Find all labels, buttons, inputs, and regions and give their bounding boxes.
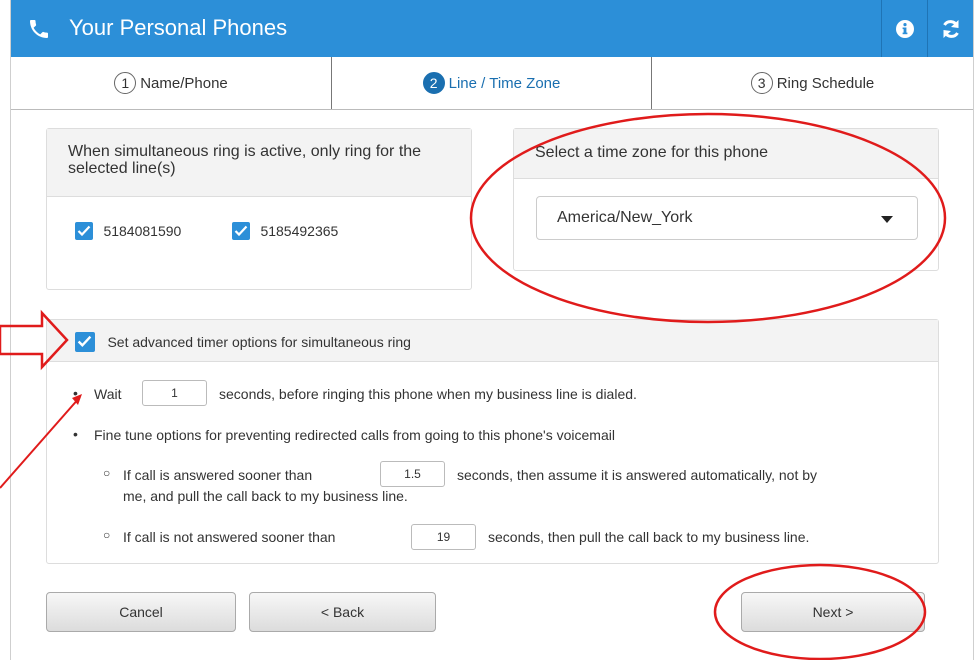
bullet: • bbox=[73, 385, 78, 401]
refresh-button[interactable] bbox=[927, 0, 974, 57]
step-number: 2 bbox=[422, 72, 445, 94]
checkbox-checked[interactable] bbox=[75, 332, 95, 352]
phone-icon bbox=[30, 20, 48, 38]
info-icon bbox=[896, 19, 914, 38]
timezone-panel: Select a time zone for this phone Americ… bbox=[513, 128, 939, 271]
circle-bullet: ○ bbox=[103, 528, 111, 542]
dialog-title: Your Personal Phones bbox=[69, 15, 288, 40]
answered-prefix: If call is answered sooner than bbox=[123, 467, 313, 483]
line-checkbox-1[interactable]: 5184081590 bbox=[75, 222, 181, 240]
back-button[interactable]: < Back bbox=[249, 592, 436, 632]
step-label: Name/Phone bbox=[140, 74, 228, 92]
wait-suffix: seconds, before ringing this phone when … bbox=[219, 386, 637, 402]
timezone-select[interactable]: America/New_York bbox=[536, 196, 918, 240]
step-label: Ring Schedule bbox=[776, 74, 875, 92]
dialog-header: Your Personal Phones bbox=[11, 0, 973, 57]
step-name-phone[interactable]: 1 Name/Phone bbox=[11, 57, 331, 109]
lines-panel-title: When simultaneous ring is active, only r… bbox=[47, 129, 471, 197]
fine-tune-text: Fine tune options for preventing redirec… bbox=[94, 427, 615, 443]
caret-down-icon bbox=[881, 216, 893, 223]
not-answered-seconds-input[interactable]: 19 bbox=[411, 524, 476, 550]
checkbox-checked[interactable] bbox=[232, 222, 250, 240]
timezone-select-value: America/New_York bbox=[557, 209, 693, 226]
next-button[interactable]: Next > bbox=[741, 592, 925, 632]
line-number: 5184081590 bbox=[103, 223, 182, 239]
wizard-steps: 1 Name/Phone 2 Line / Time Zone 3 Ring S… bbox=[11, 57, 973, 110]
step-line-time-zone[interactable]: 2 Line / Time Zone bbox=[332, 57, 651, 109]
wait-prefix: Wait bbox=[94, 386, 122, 402]
refresh-icon bbox=[943, 19, 959, 38]
checkbox-checked[interactable] bbox=[75, 222, 93, 240]
timezone-panel-title: Select a time zone for this phone bbox=[514, 129, 938, 179]
answered-suffix-line-2: me, and pull the call back to my busines… bbox=[123, 488, 408, 504]
advanced-options-header: Set advanced timer options for simultane… bbox=[47, 320, 938, 362]
answered-suffix-line-1: seconds, then assume it is answered auto… bbox=[457, 467, 818, 483]
advanced-timer-label: Set advanced timer options for simultane… bbox=[107, 334, 411, 350]
answered-seconds-input[interactable]: 1.5 bbox=[380, 461, 445, 487]
info-button[interactable] bbox=[881, 0, 928, 57]
step-label: Line / Time Zone bbox=[448, 74, 561, 92]
step-number: 1 bbox=[114, 72, 137, 94]
wizard-dialog: Your Personal Phones 1 Name/Phone 2 Line… bbox=[10, 0, 974, 660]
not-answered-prefix: If call is not answered sooner than bbox=[123, 529, 336, 545]
line-checkbox-2[interactable]: 5185492365 bbox=[232, 222, 338, 240]
wait-seconds-input[interactable]: 1 bbox=[142, 380, 207, 406]
lines-panel: When simultaneous ring is active, only r… bbox=[46, 128, 472, 290]
advanced-options-panel: Set advanced timer options for simultane… bbox=[46, 319, 939, 564]
bullet: • bbox=[73, 426, 78, 442]
cancel-button[interactable]: Cancel bbox=[46, 592, 236, 632]
not-answered-suffix: seconds, then pull the call back to my b… bbox=[488, 529, 810, 545]
line-number: 5185492365 bbox=[260, 223, 339, 239]
circle-bullet: ○ bbox=[103, 466, 111, 480]
advanced-timer-checkbox[interactable]: Set advanced timer options for simultane… bbox=[75, 332, 411, 352]
step-number: 3 bbox=[750, 72, 773, 94]
step-ring-schedule[interactable]: 3 Ring Schedule bbox=[652, 57, 973, 109]
